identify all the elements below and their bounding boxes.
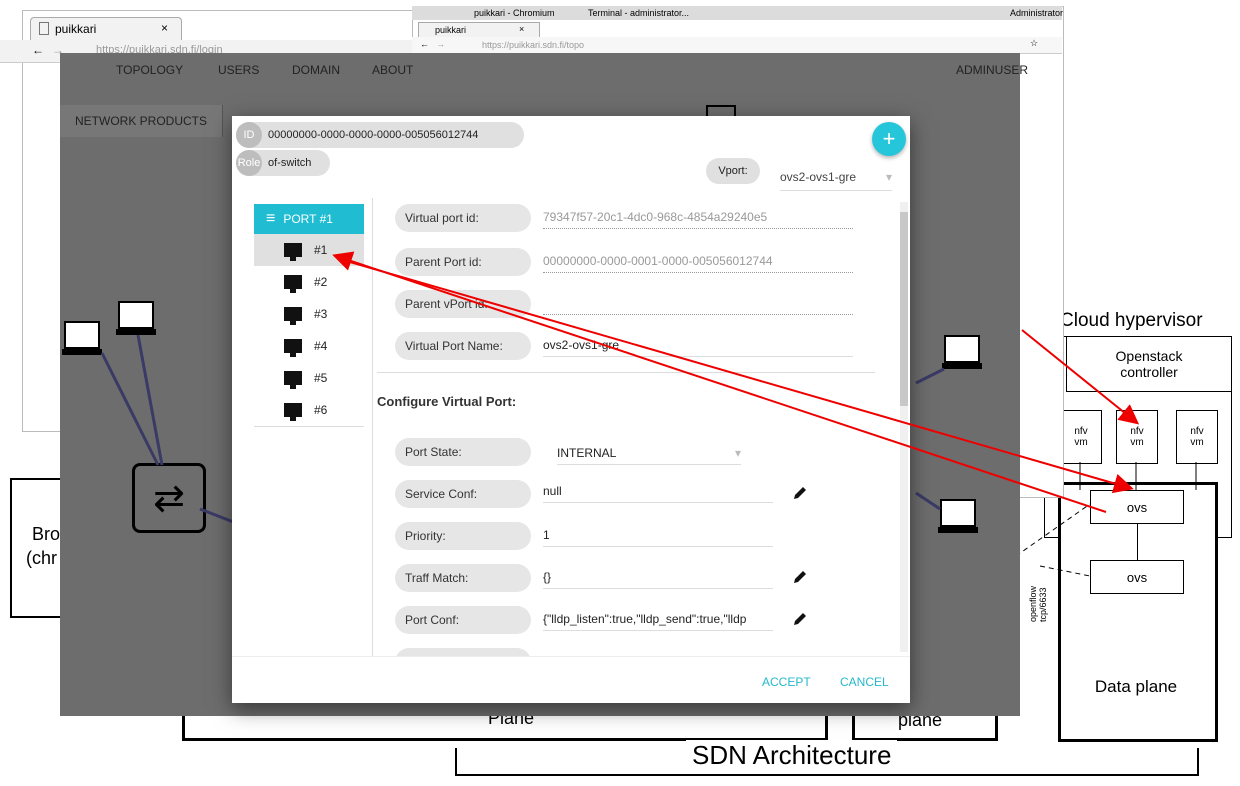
- annotation-arrows: [332, 251, 1140, 513]
